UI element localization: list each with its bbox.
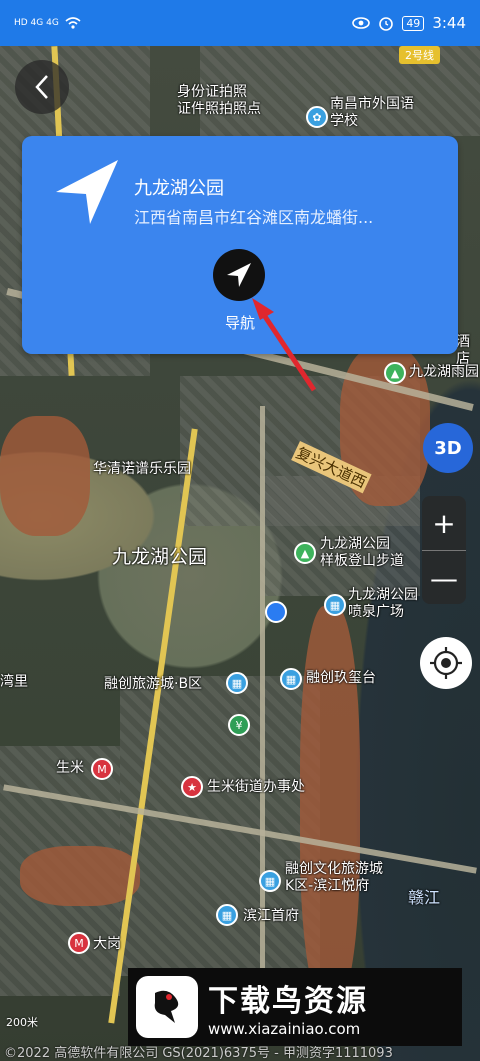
place-info-card[interactable]: 九龙湖公园 江西省南昌市红谷滩区南龙蟠街... 导航 xyxy=(22,136,458,354)
poi-label[interactable]: 九龙湖雨园 xyxy=(409,364,479,381)
government-icon[interactable]: ★ xyxy=(181,776,203,798)
poi-label[interactable]: 九龙湖公园 样板登山步道 xyxy=(320,536,404,570)
poi-label[interactable]: 大岗 xyxy=(93,936,121,953)
building-icon[interactable]: ▦ xyxy=(259,870,281,892)
building-icon[interactable]: ▦ xyxy=(280,668,302,690)
signal-indicators: HD 4G 4G xyxy=(14,17,81,29)
building-icon[interactable]: ▦ xyxy=(226,672,248,694)
poi-label[interactable]: 南昌市外国语 学校 xyxy=(330,96,414,130)
map-scale: 200米 xyxy=(6,1016,38,1029)
zoom-in-button[interactable]: + xyxy=(422,496,466,551)
place-name: 九龙湖公园 xyxy=(134,178,224,199)
eye-icon xyxy=(352,17,371,29)
location-arrow-icon xyxy=(56,160,118,224)
poi-label[interactable]: 华清诺谱乐乐园 xyxy=(93,461,191,478)
back-button[interactable] xyxy=(15,60,69,114)
metro-line-badge: 2号线 xyxy=(399,46,440,64)
watermark: 下载鸟资源 www.xiazainiao.com xyxy=(128,968,462,1046)
battery-icon: 49 xyxy=(402,15,425,31)
bird-logo-icon xyxy=(136,976,198,1038)
status-bar: HD 4G 4G 49 3:44 xyxy=(0,0,480,46)
navigate-label[interactable]: 导航 xyxy=(22,312,458,333)
lake-label: 九龙湖公园 xyxy=(112,546,208,568)
watermark-title: 下载鸟资源 xyxy=(208,984,368,1019)
school-icon[interactable]: ✿ xyxy=(306,106,328,128)
3d-toggle-button[interactable]: 3D xyxy=(423,423,473,473)
locate-me-button[interactable] xyxy=(420,637,472,689)
river-label: 赣江 xyxy=(408,888,441,907)
park-icon[interactable]: ▲ xyxy=(384,362,406,384)
metro-station-icon[interactable]: M xyxy=(91,758,113,780)
crosshair-icon xyxy=(430,647,462,679)
alarm-icon xyxy=(379,17,394,31)
poi-label[interactable]: 融创文化旅游城 K区-滨江悦府 xyxy=(285,861,383,895)
navigate-arrow-icon xyxy=(227,263,251,287)
park-icon[interactable]: ▲ xyxy=(294,542,316,564)
poi-label[interactable]: 身份证拍照 证件照拍照点 xyxy=(177,84,261,118)
poi-label[interactable]: 生米 xyxy=(56,760,84,777)
clock: 3:44 xyxy=(432,14,466,32)
poi-label[interactable]: 融创旅游城·B区 xyxy=(104,676,202,693)
navigate-button[interactable] xyxy=(213,249,265,301)
wifi-icon xyxy=(65,17,81,29)
poi-label[interactable]: 生米街道办事处 xyxy=(207,779,305,796)
zoom-control: + — xyxy=(422,496,466,604)
poi-label[interactable]: 九龙湖公园 喷泉广场 xyxy=(348,587,418,621)
chevron-left-icon xyxy=(35,75,48,99)
poi-label[interactable]: 滨江首府 xyxy=(243,908,299,925)
zoom-out-button[interactable]: — xyxy=(422,551,466,605)
poi-label[interactable]: 湾里 xyxy=(0,674,28,691)
bank-icon[interactable]: ¥ xyxy=(228,714,250,736)
building-icon[interactable]: ▦ xyxy=(216,904,238,926)
watermark-url: www.xiazainiao.com xyxy=(208,1020,361,1038)
place-address: 江西省南昌市红谷滩区南龙蟠街... xyxy=(134,208,374,227)
signal-text: HD 4G 4G xyxy=(14,18,59,28)
building-icon[interactable]: ▦ xyxy=(324,594,346,616)
poi-label[interactable]: 酒店 xyxy=(456,334,480,368)
metro-station-icon[interactable]: M xyxy=(68,932,90,954)
poi-label[interactable]: 融创玖玺台 xyxy=(306,670,376,687)
current-location-marker xyxy=(265,601,287,623)
